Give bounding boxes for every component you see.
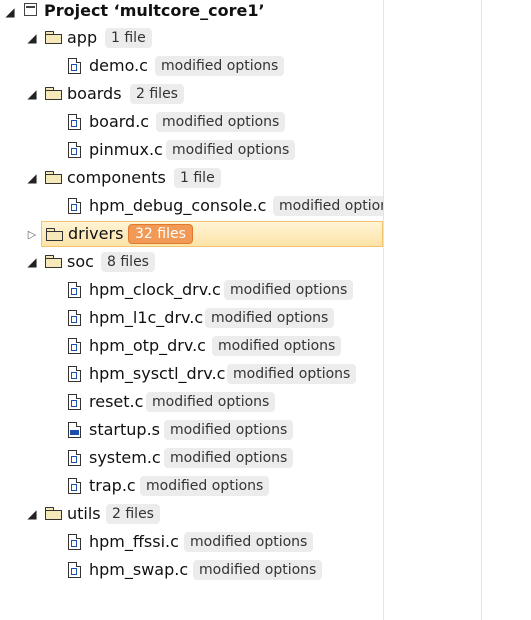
folder-label: soc	[67, 252, 94, 271]
c-file-icon	[68, 366, 81, 382]
tree-file-row[interactable]: system.c modified options	[0, 444, 383, 472]
tree-viewport: ◢ Project ‘multcore_core1’ ◢ app 1 file …	[0, 0, 383, 620]
tree-file-row[interactable]: pinmux.c modified options	[0, 136, 383, 164]
tree-file-row[interactable]: hpm_ffssi.c modified options	[0, 528, 383, 556]
tree-folder-drivers[interactable]: drivers 32 files	[41, 221, 383, 247]
file-count-badge: 8 files	[101, 252, 155, 272]
modified-options-badge: modified options	[166, 140, 296, 160]
expanded-triangle-icon[interactable]: ◢	[26, 32, 38, 44]
tree-file-row[interactable]: reset.c modified options	[0, 388, 383, 416]
project-tree: ◢ Project ‘multcore_core1’ ◢ app 1 file …	[0, 0, 531, 620]
file-label: startup.s	[89, 420, 160, 439]
asm-file-icon	[68, 422, 81, 438]
modified-options-badge: modified options	[146, 392, 276, 412]
modified-options-badge: modified options	[205, 308, 335, 328]
file-label: reset.c	[89, 392, 144, 411]
expanded-triangle-icon[interactable]: ◢	[26, 172, 38, 184]
folder-icon	[45, 87, 62, 100]
c-file-icon	[68, 478, 81, 494]
c-file-icon	[68, 310, 81, 326]
collapsed-triangle-icon[interactable]: ▷	[26, 229, 38, 241]
c-file-icon	[68, 450, 81, 466]
tree-root-row[interactable]: ◢ Project ‘multcore_core1’	[0, 0, 383, 26]
tree-file-row[interactable]: hpm_swap.c modified options	[0, 556, 383, 584]
modified-options-badge: modified options	[193, 560, 323, 580]
folder-icon	[45, 255, 62, 268]
folder-label: boards	[67, 84, 122, 103]
file-count-badge: 2 files	[130, 84, 184, 104]
file-count-badge: 2 files	[106, 504, 160, 524]
expanded-triangle-icon[interactable]: ◢	[26, 508, 38, 520]
tree-file-row[interactable]: trap.c modified options	[0, 472, 383, 500]
file-label: hpm_otp_drv.c	[89, 336, 206, 355]
c-file-icon	[68, 338, 81, 354]
tree-file-row[interactable]: hpm_clock_drv.c modified options	[0, 276, 383, 304]
tree-file-row[interactable]: startup.s modified options	[0, 416, 383, 444]
tree-folder-app[interactable]: ◢ app 1 file	[0, 24, 383, 52]
folder-label: components	[67, 168, 166, 187]
c-file-icon	[68, 282, 81, 298]
file-count-badge: 1 file	[174, 168, 221, 188]
file-label: board.c	[89, 112, 150, 131]
project-title: Project ‘multcore_core1’	[44, 1, 265, 20]
modified-options-badge: modified options	[164, 448, 294, 468]
modified-options-badge: modified options	[184, 532, 314, 552]
tree-folder-soc[interactable]: ◢ soc 8 files	[0, 248, 383, 276]
file-count-badge: 1 file	[105, 28, 152, 48]
modified-options-badge: modified options	[224, 280, 354, 300]
file-label: hpm_clock_drv.c	[89, 280, 221, 299]
c-file-icon	[68, 58, 81, 74]
tree-file-row[interactable]: hpm_debug_console.c modified options	[0, 192, 383, 220]
column-divider	[383, 0, 384, 620]
tree-file-row[interactable]: hpm_l1c_drv.c modified options	[0, 304, 383, 332]
tree-file-row[interactable]: board.c modified options	[0, 108, 383, 136]
c-file-icon	[68, 394, 81, 410]
c-file-icon	[68, 562, 81, 578]
folder-icon	[45, 507, 62, 520]
c-file-icon	[68, 114, 81, 130]
folder-label: utils	[67, 504, 101, 523]
file-label: pinmux.c	[89, 140, 163, 159]
tree-folder-boards[interactable]: ◢ boards 2 files	[0, 80, 383, 108]
folder-label: app	[67, 28, 98, 47]
modified-options-badge: modified options	[273, 196, 383, 216]
tree-folder-components[interactable]: ◢ components 1 file	[0, 164, 383, 192]
expanded-triangle-icon[interactable]: ◢	[26, 88, 38, 100]
modified-options-badge: modified options	[212, 336, 342, 356]
c-file-icon	[68, 534, 81, 550]
tree-file-row[interactable]: demo.c modified options	[0, 52, 383, 80]
folder-icon	[46, 228, 63, 241]
column-divider	[481, 0, 482, 620]
modified-options-badge: modified options	[227, 364, 357, 384]
file-label: demo.c	[89, 56, 148, 75]
file-label: trap.c	[89, 476, 136, 495]
file-count-badge: 32 files	[128, 224, 193, 244]
tree-folder-utils[interactable]: ◢ utils 2 files	[0, 500, 383, 528]
c-file-icon	[68, 198, 81, 214]
expanded-triangle-icon[interactable]: ◢	[4, 6, 16, 18]
folder-icon	[45, 171, 62, 184]
folder-label: drivers	[68, 224, 124, 243]
project-icon	[24, 3, 37, 16]
modified-options-badge: modified options	[155, 56, 285, 76]
file-label: hpm_l1c_drv.c	[89, 308, 204, 327]
folder-icon	[45, 31, 62, 44]
tree-file-row[interactable]: hpm_sysctl_drv.c modified options	[0, 360, 383, 388]
expanded-triangle-icon[interactable]: ◢	[26, 256, 38, 268]
file-label: system.c	[89, 448, 161, 467]
tree-file-row[interactable]: hpm_otp_drv.c modified options	[0, 332, 383, 360]
file-label: hpm_sysctl_drv.c	[89, 364, 226, 383]
file-label: hpm_ffssi.c	[89, 532, 179, 551]
modified-options-badge: modified options	[156, 112, 286, 132]
file-label: hpm_swap.c	[89, 560, 189, 579]
c-file-icon	[68, 142, 81, 158]
file-label: hpm_debug_console.c	[89, 196, 267, 215]
modified-options-badge: modified options	[164, 420, 294, 440]
modified-options-badge: modified options	[140, 476, 270, 496]
